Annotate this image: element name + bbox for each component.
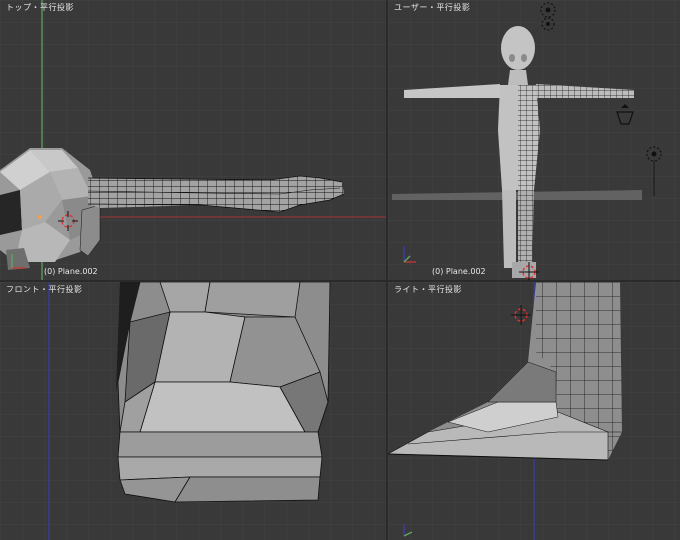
viewport-user[interactable]: ユーザー・平行投影 (0) Plane.002	[388, 0, 680, 280]
viewport-label-user: ユーザー・平行投影	[394, 3, 471, 12]
viewport-label-top: トップ・平行投影	[6, 3, 74, 12]
viewport-top[interactable]: トップ・平行投影 (0) Plane.002	[0, 0, 386, 280]
user-view-scene	[388, 0, 680, 280]
viewport-front[interactable]: フロント・平行投影	[0, 282, 386, 540]
viewport-label-front: フロント・平行投影	[6, 285, 83, 294]
origin-point	[38, 215, 42, 219]
top-view-scene	[0, 0, 386, 280]
object-name-user: (0) Plane.002	[432, 267, 486, 276]
object-name-top: (0) Plane.002	[44, 267, 98, 276]
foot-front-mesh	[117, 282, 331, 503]
viewport-right[interactable]: ライト・平行投影	[388, 282, 680, 540]
right-view-scene	[388, 282, 680, 540]
viewport-divider-horizontal[interactable]	[0, 280, 680, 282]
front-view-scene	[0, 282, 386, 540]
viewport-label-right: ライト・平行投影	[394, 285, 462, 294]
viewport-divider-vertical[interactable]	[386, 0, 388, 540]
